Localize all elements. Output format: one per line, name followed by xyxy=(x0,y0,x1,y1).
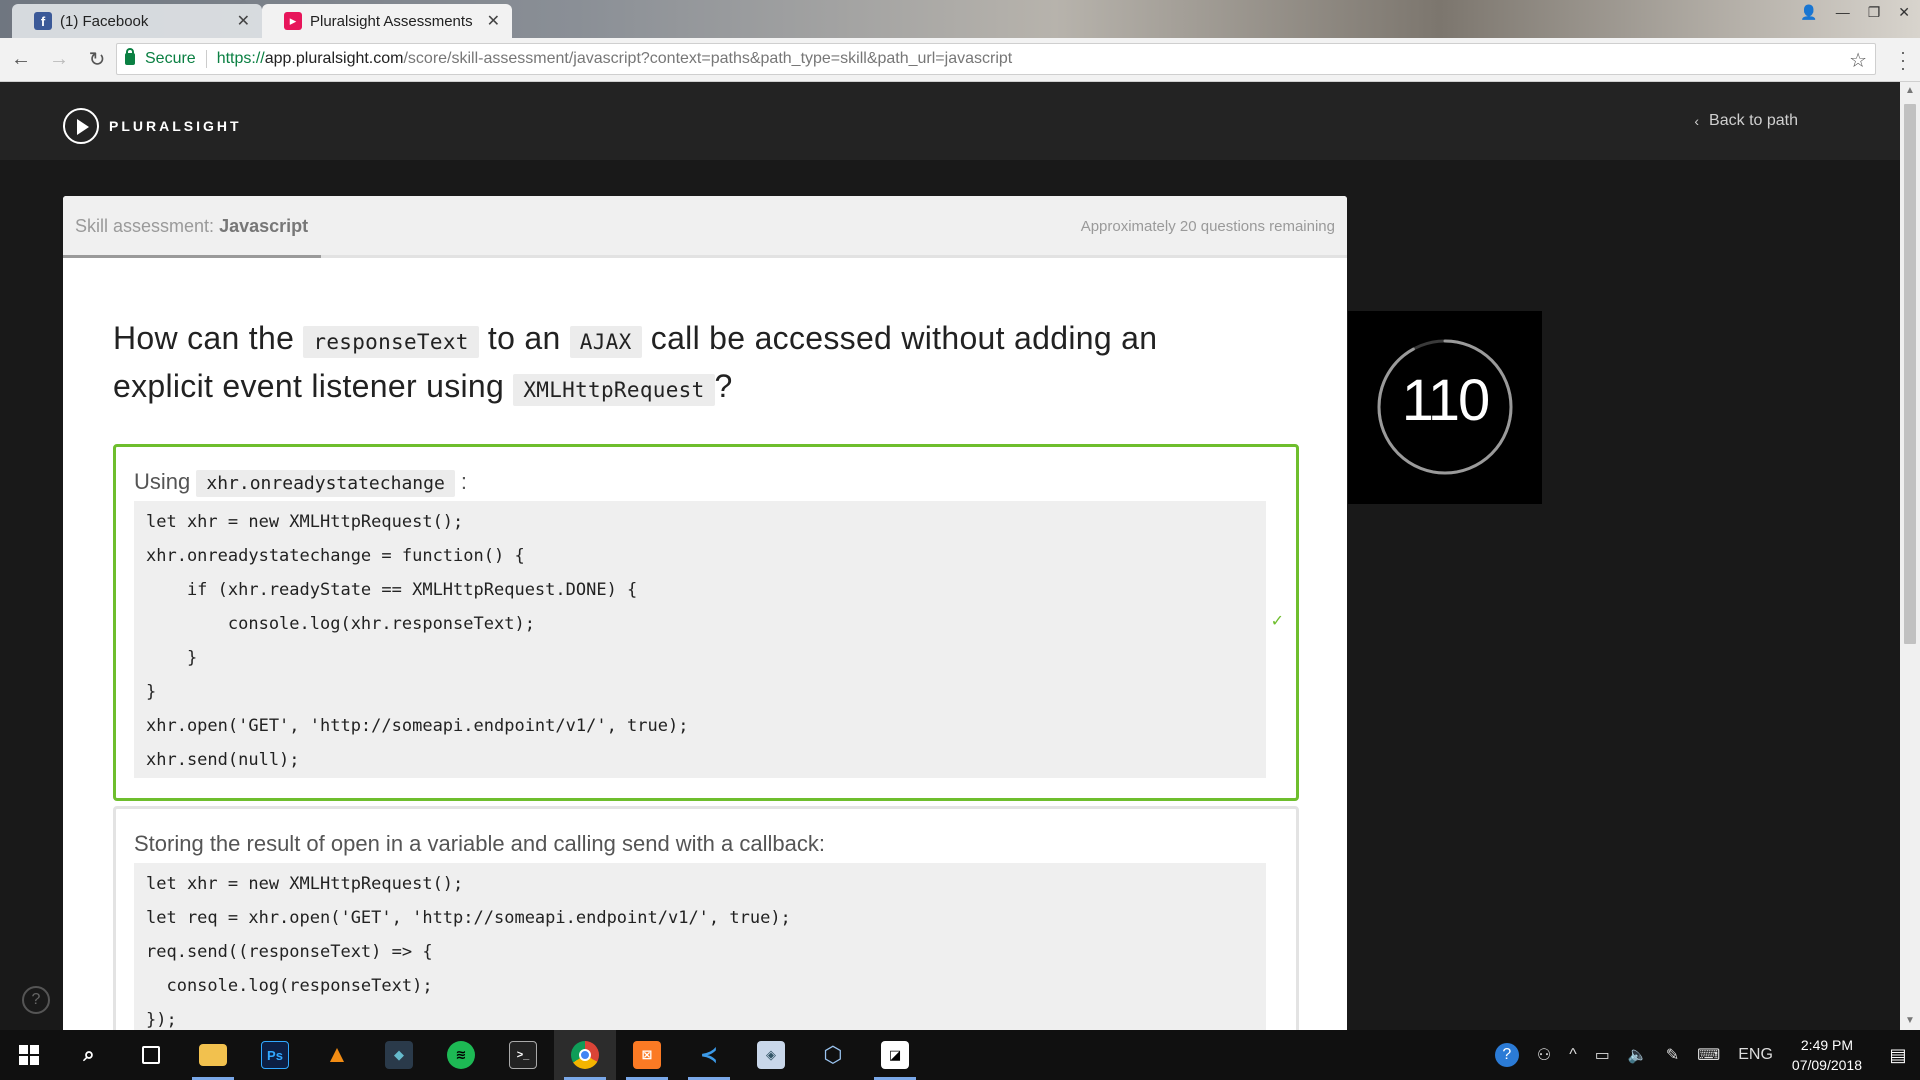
choice-lead-text: Storing the result of open in a variable… xyxy=(134,831,825,856)
language-indicator[interactable]: ENG xyxy=(1738,1046,1773,1064)
page-scrollbar[interactable]: ▲ ▼ xyxy=(1900,82,1920,1030)
pluralsight-page: PLURALSIGHT ‹ Back to path Skill assessm… xyxy=(0,82,1900,1030)
help-button[interactable]: ? xyxy=(22,986,50,1014)
help-tray-icon[interactable]: ? xyxy=(1494,1043,1519,1067)
timer-value: 110 xyxy=(1401,368,1490,433)
tab-pluralsight[interactable]: ▸ Pluralsight Assessments ✕ xyxy=(262,4,512,38)
reload-icon[interactable]: ↻ xyxy=(80,43,114,77)
start-button[interactable] xyxy=(0,1030,58,1080)
scroll-down-icon[interactable]: ▼ xyxy=(1900,1012,1920,1030)
system-tray: ? ⚇ ^ ▭ 🔈 ✎ ⌨ ENG 2:49 PM 07/09/2018 ▤ xyxy=(1486,1030,1920,1080)
assessment-label-prefix: Skill assessment: xyxy=(75,216,215,236)
windows-taskbar: ⌕ Ps ▲ ◆ ≋ >_ ⊠ ≺ ◈ ⬡ ◪ ? ⚇ ^ ▭ 🔈 ✎ ⌨ EN… xyxy=(0,1030,1920,1080)
chrome-icon[interactable] xyxy=(554,1030,616,1080)
app-icon[interactable]: ◆ xyxy=(368,1030,430,1080)
url-path: /score/skill-assessment/javascript?conte… xyxy=(403,50,1013,67)
close-icon[interactable]: ✕ xyxy=(487,11,500,31)
question-code: XMLHttpRequest xyxy=(513,374,715,406)
terminal-icon[interactable]: >_ xyxy=(492,1030,554,1080)
minimize-icon[interactable]: — xyxy=(1836,4,1850,21)
question-code: responseText xyxy=(303,326,479,358)
keyboard-icon[interactable]: ⌨ xyxy=(1697,1045,1720,1065)
divider xyxy=(205,50,207,68)
url-host: app.pluralsight.com xyxy=(264,50,404,67)
answer-choice-2[interactable]: Storing the result of open in a variable… xyxy=(113,806,1299,1030)
countdown-timer: 110 xyxy=(1348,311,1542,504)
back-link-label: Back to path xyxy=(1709,112,1798,129)
site-header: PLURALSIGHT ‹ Back to path xyxy=(0,82,1900,160)
browser-tabstrip: f (1) Facebook ✕ ▸ Pluralsight Assessmen… xyxy=(0,0,1920,38)
checkmark-icon: ✓ xyxy=(1270,613,1284,630)
question-part: How can the xyxy=(113,320,295,356)
clock[interactable]: 2:49 PM 07/09/2018 xyxy=(1792,1035,1862,1075)
assessment-card: Skill assessment: Javascript Approximate… xyxy=(63,196,1347,1030)
chevron-left-icon: ‹ xyxy=(1694,113,1700,129)
logo-text: PLURALSIGHT xyxy=(109,118,242,134)
clock-date: 07/09/2018 xyxy=(1791,1057,1862,1073)
scrollbar-thumb[interactable] xyxy=(1904,104,1916,644)
notifications-icon[interactable]: ▤ xyxy=(1876,1030,1920,1080)
browser-toolbar: ← → ↻ Secure https://app.pluralsight.com… xyxy=(0,38,1920,82)
questions-remaining: Approximately 20 questions remaining xyxy=(1080,218,1335,235)
url-scheme: https:// xyxy=(216,50,265,67)
tab-title: Pluralsight Assessments xyxy=(310,12,473,30)
choice-lead-text: Using xyxy=(134,469,191,494)
windows-logo-icon xyxy=(19,1045,39,1065)
question-code: AJAX xyxy=(569,326,642,358)
spotify-icon[interactable]: ≋ xyxy=(430,1030,492,1080)
lock-icon xyxy=(125,48,135,65)
assessment-header: Skill assessment: Javascript Approximate… xyxy=(63,196,1347,258)
secure-indicator[interactable]: Secure xyxy=(117,48,196,68)
sticky-notes-icon[interactable]: ◪ xyxy=(864,1030,926,1080)
clock-time: 2:49 PM xyxy=(1800,1037,1854,1053)
choice-lead: Storing the result of open in a variable… xyxy=(134,831,825,857)
pluralsight-icon: ▸ xyxy=(284,12,302,30)
choice-lead-code: xhr.onreadystatechange xyxy=(196,470,455,497)
choice-lead: Using xhr.onreadystatechange : xyxy=(134,469,468,497)
pluralsight-logo-icon xyxy=(63,108,99,144)
window-controls: 👤 — ❐ ✕ xyxy=(1800,4,1910,21)
chevron-up-icon[interactable]: ^ xyxy=(1569,1046,1577,1064)
vlc-icon[interactable]: ▲ xyxy=(306,1030,368,1080)
user-icon[interactable]: 👤 xyxy=(1800,4,1817,21)
choice-code-block: let xhr = new XMLHttpRequest(); let req … xyxy=(134,863,1266,1030)
choice-lead-suffix: : xyxy=(460,469,468,494)
people-icon[interactable]: ⚇ xyxy=(1537,1045,1551,1065)
close-window-icon[interactable]: ✕ xyxy=(1898,4,1910,21)
file-explorer-icon[interactable] xyxy=(182,1030,244,1080)
battery-icon[interactable]: ▭ xyxy=(1595,1045,1610,1065)
assessment-topic: Javascript xyxy=(219,216,309,236)
search-icon[interactable]: ⌕ xyxy=(58,1030,120,1080)
choice-code-block: let xhr = new XMLHttpRequest(); xhr.onre… xyxy=(134,501,1266,778)
tab-facebook[interactable]: f (1) Facebook ✕ xyxy=(12,4,262,38)
secure-label: Secure xyxy=(145,50,196,67)
answer-choice-1[interactable]: Using xhr.onreadystatechange : let xhr =… xyxy=(113,444,1299,801)
question-text: How can the responseText to an AJAX call… xyxy=(113,316,1263,412)
assessment-label: Skill assessment: Javascript xyxy=(75,216,308,237)
browser-menu-icon[interactable]: · · · xyxy=(1900,43,1906,77)
close-icon[interactable]: ✕ xyxy=(237,11,250,31)
restore-icon[interactable]: ❐ xyxy=(1868,4,1881,21)
cube-icon[interactable]: ◈ xyxy=(740,1030,802,1080)
xampp-icon[interactable]: ⊠ xyxy=(616,1030,678,1080)
pluralsight-logo[interactable]: PLURALSIGHT xyxy=(63,108,242,144)
vscode-icon[interactable]: ≺ xyxy=(678,1030,740,1080)
forward-arrow-icon[interactable]: → xyxy=(42,43,76,77)
progress-underline xyxy=(63,255,321,258)
question-part: ? xyxy=(714,368,733,404)
task-view-icon[interactable] xyxy=(120,1030,182,1080)
tab-title: (1) Facebook xyxy=(60,12,149,30)
question-part: to an xyxy=(487,320,561,356)
photoshop-icon[interactable]: Ps xyxy=(244,1030,306,1080)
pen-icon[interactable]: ✎ xyxy=(1666,1045,1679,1065)
bookmark-star-icon[interactable]: ☆ xyxy=(1849,48,1867,73)
back-arrow-icon[interactable]: ← xyxy=(4,43,38,77)
facebook-icon: f xyxy=(34,12,52,30)
virtualbox-icon[interactable]: ⬡ xyxy=(802,1030,864,1080)
scroll-up-icon[interactable]: ▲ xyxy=(1900,82,1920,100)
back-to-path-link[interactable]: ‹ Back to path xyxy=(1694,112,1798,130)
address-bar[interactable]: Secure https://app.pluralsight.com/score… xyxy=(116,43,1876,75)
volume-icon[interactable]: 🔈 xyxy=(1628,1045,1648,1065)
